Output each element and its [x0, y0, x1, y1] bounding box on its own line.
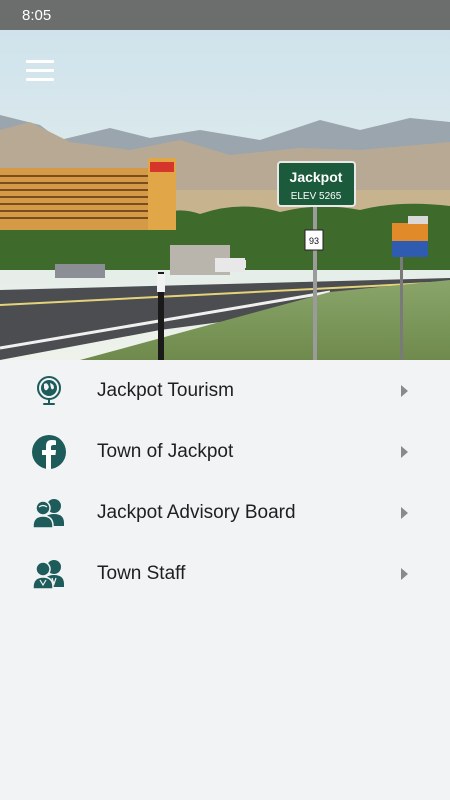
status-bar: 8:05 [0, 0, 450, 30]
list-item-label: Jackpot Tourism [97, 379, 234, 401]
list-item-jackpot-tourism[interactable]: Jackpot Tourism [0, 360, 450, 421]
people-group-icon [30, 494, 68, 532]
link-list: Jackpot Tourism Town of Jackpot Jackpot … [0, 360, 450, 604]
list-item-label: Town of Jackpot [97, 440, 234, 462]
staff-group-icon [30, 555, 68, 593]
chevron-right-icon [401, 384, 408, 397]
sign-title: Jackpot [290, 169, 343, 185]
chevron-right-icon [401, 567, 408, 580]
route-sign: 93 [309, 236, 319, 246]
hamburger-menu-button[interactable] [22, 52, 58, 88]
chevron-right-icon [401, 445, 408, 458]
hero-image: Jackpot ELEV 5265 93 [0, 30, 450, 360]
list-item-jackpot-advisory-board[interactable]: Jackpot Advisory Board [0, 482, 450, 543]
list-item-town-of-jackpot[interactable]: Town of Jackpot [0, 421, 450, 482]
chevron-right-icon [401, 506, 408, 519]
globe-icon [30, 372, 68, 410]
hamburger-icon [26, 59, 54, 63]
list-item-town-staff[interactable]: Town Staff [0, 543, 450, 604]
hamburger-icon-line [26, 77, 54, 81]
sign-subtitle: ELEV 5265 [291, 191, 342, 202]
hamburger-icon-line [26, 68, 54, 72]
facebook-icon [30, 433, 68, 471]
list-item-label: Town Staff [97, 562, 186, 584]
jackpot-landscape-photo: Jackpot ELEV 5265 93 [0, 30, 450, 360]
list-item-label: Jackpot Advisory Board [97, 501, 296, 523]
status-time: 8:05 [22, 6, 52, 24]
